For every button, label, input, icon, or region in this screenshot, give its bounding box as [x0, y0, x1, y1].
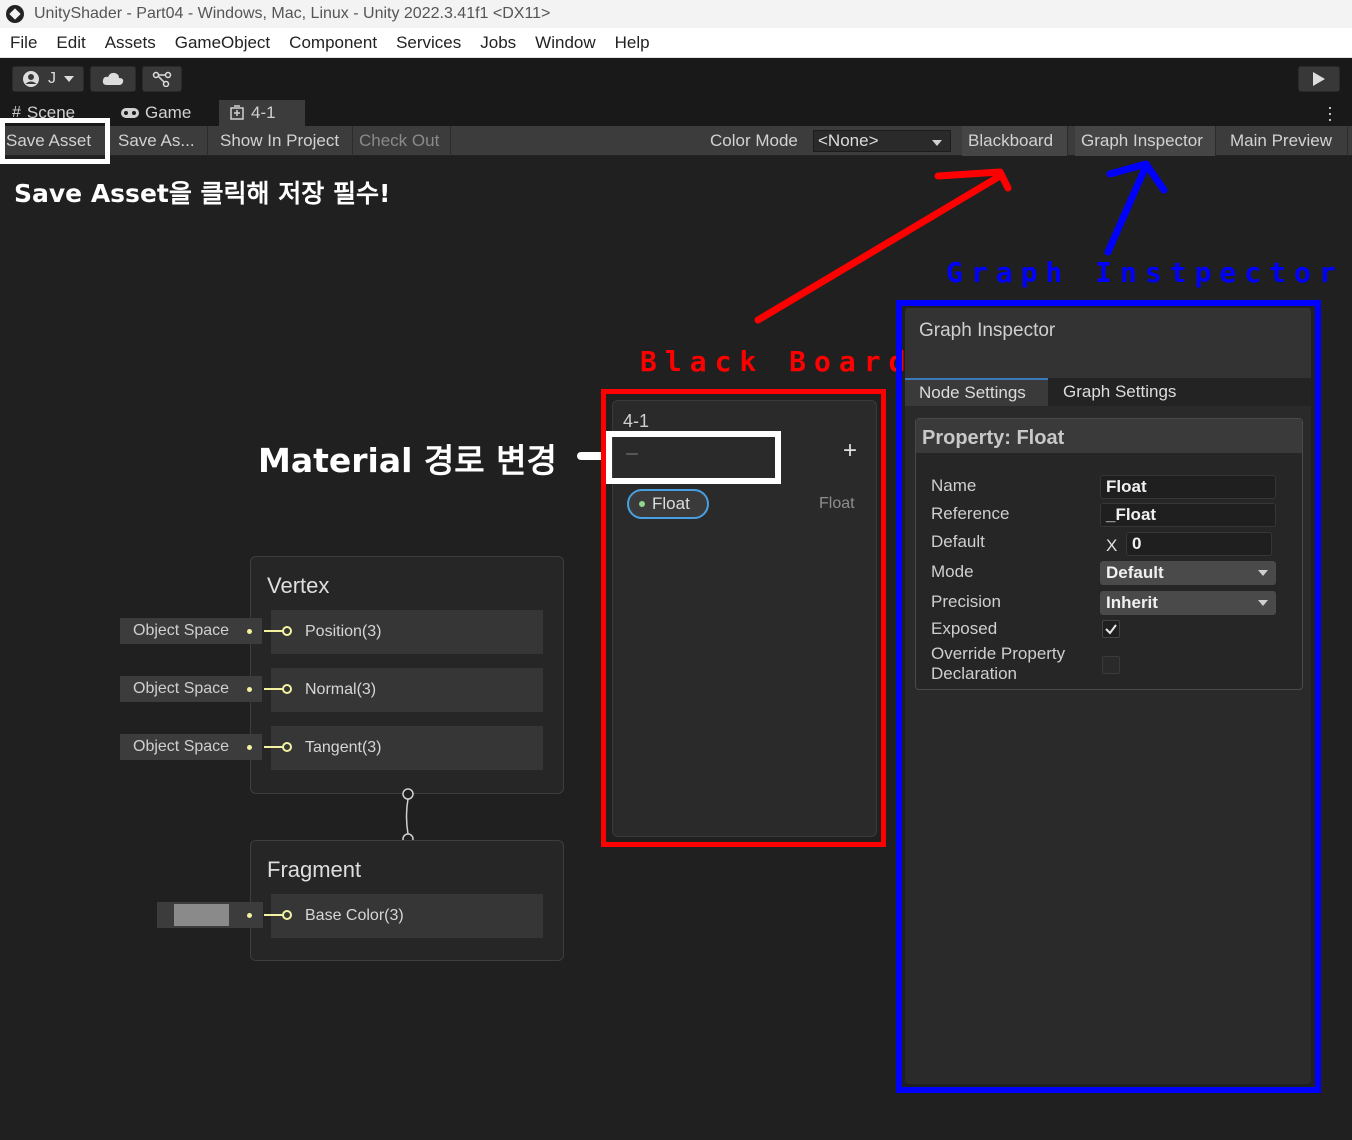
tab-game-label: Game [145, 103, 192, 122]
account-icon [23, 71, 39, 87]
window-title: UnityShader - Part04 - Windows, Mac, Lin… [34, 5, 551, 22]
save-asset-highlight [0, 118, 110, 164]
play-button[interactable] [1298, 66, 1340, 92]
graph-inspector-toggle-button[interactable]: Graph Inspector [1075, 126, 1216, 156]
port-dot-icon [247, 629, 252, 634]
cloud-button[interactable] [90, 66, 136, 92]
gamepad-icon [121, 108, 139, 118]
graph-inspector-annotation: Graph Instpector [946, 256, 1344, 289]
account-label: J [48, 70, 56, 87]
menu-edit[interactable]: Edit [56, 33, 85, 53]
menu-window[interactable]: Window [535, 33, 595, 53]
vertex-title: Vertex [267, 573, 330, 598]
collab-button[interactable] [142, 66, 182, 92]
menu-services[interactable]: Services [396, 33, 461, 53]
menu-help[interactable]: Help [615, 33, 650, 53]
port-connector [264, 746, 284, 748]
space-label: Object Space [133, 680, 230, 697]
slot-label: Position(3) [305, 623, 382, 640]
fragment-title: Fragment [267, 857, 362, 882]
window-title-bar: UnityShader - Part04 - Windows, Mac, Lin… [0, 0, 1352, 28]
color-mode-dropdown[interactable]: <None> [813, 130, 951, 152]
save-as-button[interactable]: Save As... [112, 126, 208, 156]
port-dot-icon [247, 913, 252, 918]
slot-label: Base Color(3) [305, 907, 404, 924]
port-dot-icon [247, 687, 252, 692]
main-toolbar: J [0, 58, 1352, 100]
tab-game[interactable]: Game [110, 100, 218, 126]
object-space-input[interactable]: Object Space [120, 734, 262, 760]
graph-inspector-highlight [896, 300, 1321, 1093]
kebab-menu-icon[interactable]: · · · [1326, 98, 1334, 128]
port-connector [264, 630, 284, 632]
chevron-down-icon [64, 76, 74, 82]
fragment-slot-base-color[interactable]: Base Color(3) [271, 894, 543, 938]
port-dot-icon [247, 745, 252, 750]
slot-label: Normal(3) [305, 681, 377, 698]
blackboard-toggle-button[interactable]: Blackboard [962, 126, 1068, 156]
menu-assets[interactable]: Assets [105, 33, 156, 53]
vertex-slot-normal[interactable]: Normal(3) [271, 668, 543, 712]
object-space-input[interactable]: Object Space [120, 618, 262, 644]
port-connector [264, 914, 284, 916]
slot-label: Tangent(3) [305, 739, 382, 756]
graph-toolbar: Save Asset Save As... Show In Project Ch… [0, 126, 1352, 156]
menu-gameobject[interactable]: GameObject [175, 33, 270, 53]
unity-logo-icon [6, 5, 24, 23]
menu-bar: File Edit Assets GameObject Component Se… [0, 28, 1352, 58]
menu-component[interactable]: Component [289, 33, 377, 53]
material-path-annotation: Material 경로 변경 [258, 441, 557, 480]
vertex-slot-position[interactable]: Position(3) [271, 610, 543, 654]
object-space-input[interactable]: Object Space [120, 676, 262, 702]
space-label: Object Space [133, 738, 230, 755]
check-out-button[interactable]: Check Out [353, 126, 451, 156]
blackboard-annotation: Black Board [640, 345, 914, 378]
version-control-icon [152, 71, 172, 87]
editor-tab-strip: # Scene Game 4-1 · · · [0, 98, 1352, 128]
space-label: Object Space [133, 622, 230, 639]
play-icon [1313, 72, 1325, 86]
tab-shader-graph[interactable]: 4-1 [219, 100, 305, 126]
tab-graph-label: 4-1 [251, 103, 276, 122]
show-in-project-button[interactable]: Show In Project [214, 126, 353, 156]
shader-graph-icon [230, 105, 244, 120]
account-dropdown[interactable]: J [12, 66, 84, 92]
base-color-swatch[interactable] [174, 904, 229, 926]
main-preview-toggle-button[interactable]: Main Preview [1224, 126, 1348, 156]
color-mode-label: Color Mode [710, 131, 798, 150]
blackboard-highlight [601, 389, 886, 847]
menu-jobs[interactable]: Jobs [480, 33, 516, 53]
menu-file[interactable]: File [10, 33, 37, 53]
stack-connector-icon [402, 788, 414, 845]
vertex-slot-tangent[interactable]: Tangent(3) [271, 726, 543, 770]
cloud-icon [102, 72, 124, 85]
save-asset-annotation: Save Asset을 클릭해 저장 필수! [14, 179, 391, 208]
port-connector [264, 688, 284, 690]
